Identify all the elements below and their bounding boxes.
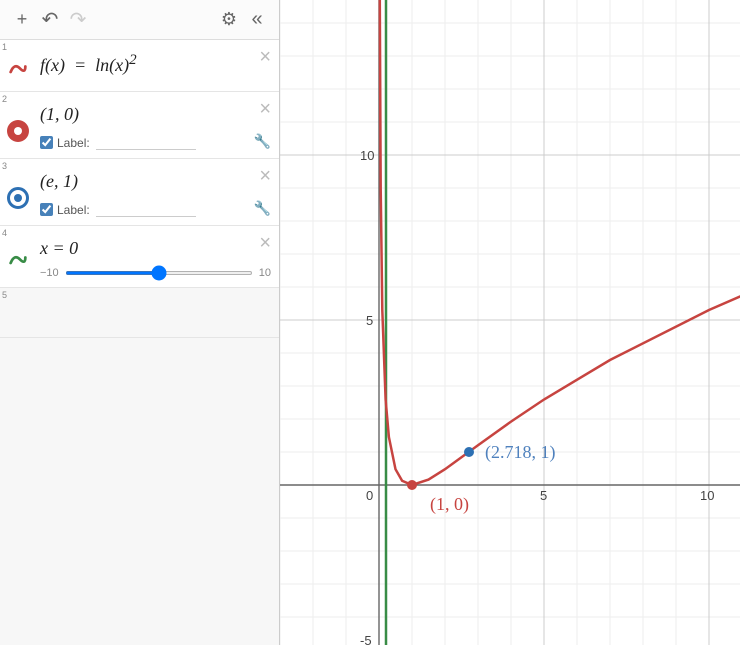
- expression-panel: + ↶ ↷ ⚙ « 1 f(x) = ln(x)2 × 2: [0, 0, 280, 645]
- slider-max: 10: [259, 267, 271, 279]
- expression-row-2[interactable]: 2 (1, 0) Label: × 🔧: [0, 92, 279, 159]
- graph-svg: (1, 0) (2.718, 1) 0 5 10 10 5 -5: [280, 0, 740, 645]
- tick-5: 5: [540, 488, 547, 503]
- label-checkbox[interactable]: [40, 136, 53, 149]
- label-input[interactable]: [96, 135, 196, 150]
- point-e-1: [464, 447, 474, 457]
- row-index: 5: [2, 290, 7, 300]
- expression-math[interactable]: (1, 0): [40, 104, 271, 125]
- expression-list: 1 f(x) = ln(x)2 × 2 (1, 0): [0, 40, 279, 645]
- row-index: 2: [2, 94, 7, 104]
- close-icon[interactable]: ×: [259, 46, 271, 69]
- variable-slider[interactable]: [65, 271, 253, 275]
- wrench-icon[interactable]: 🔧: [254, 133, 271, 150]
- label-input[interactable]: [96, 202, 196, 217]
- close-icon[interactable]: ×: [259, 232, 271, 255]
- settings-button[interactable]: ⚙: [215, 6, 243, 34]
- toolbar: + ↶ ↷ ⚙ «: [0, 0, 279, 40]
- add-button[interactable]: +: [8, 6, 36, 34]
- tick-y10: 10: [360, 148, 374, 163]
- expression-row-4[interactable]: 4 x = 0 −10 10 ×: [0, 226, 279, 288]
- label-text: Label:: [57, 136, 90, 150]
- expression-math[interactable]: (e, 1): [40, 171, 271, 192]
- point-label-1: (1, 0): [430, 494, 469, 515]
- row-index: 3: [2, 161, 7, 171]
- collapse-button[interactable]: «: [243, 6, 271, 34]
- tick-y5: 5: [366, 313, 373, 328]
- wrench-icon[interactable]: 🔧: [254, 200, 271, 217]
- expression-row-5[interactable]: 5: [0, 288, 279, 338]
- tick-yneg5: -5: [360, 633, 372, 645]
- row-index: 4: [2, 228, 7, 238]
- point-label-2: (2.718, 1): [485, 442, 556, 463]
- slider-min: −10: [40, 267, 59, 279]
- point-1-0: [407, 480, 417, 490]
- undo-button[interactable]: ↶: [36, 6, 64, 34]
- row-index: 1: [2, 42, 7, 52]
- label-checkbox[interactable]: [40, 203, 53, 216]
- expression-row-1[interactable]: 1 f(x) = ln(x)2 ×: [0, 40, 279, 92]
- close-icon[interactable]: ×: [259, 98, 271, 121]
- close-icon[interactable]: ×: [259, 165, 271, 188]
- tick-0: 0: [366, 488, 373, 503]
- expression-math[interactable]: x = 0: [40, 238, 271, 259]
- label-text: Label:: [57, 203, 90, 217]
- function-curve: [380, 0, 740, 485]
- graph-panel[interactable]: (1, 0) (2.718, 1) 0 5 10 10 5 -5: [280, 0, 740, 645]
- expression-math[interactable]: f(x) = ln(x)2: [40, 52, 271, 76]
- redo-button[interactable]: ↷: [64, 6, 92, 34]
- tick-10: 10: [700, 488, 714, 503]
- expression-row-3[interactable]: 3 (e, 1) Label: × 🔧: [0, 159, 279, 226]
